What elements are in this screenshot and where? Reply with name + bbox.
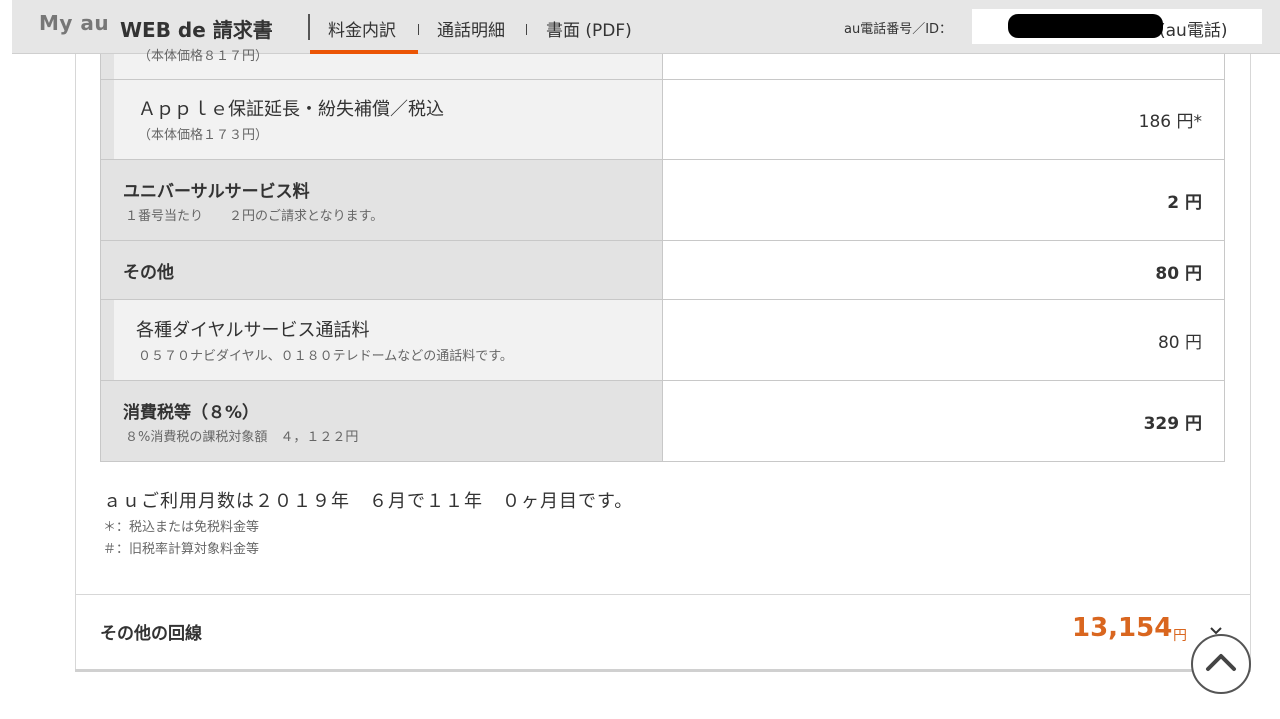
nav-separator <box>418 24 419 35</box>
item-cell: Ａｐｐｌｅ保証延長・紛失補償／税込 （本体価格１７３円） <box>101 80 663 159</box>
table-row: 消費税等（８%） ８%消費税の課税対象額 ４，１２２円 329 円 <box>100 381 1225 462</box>
item-amount: 80 円 <box>1155 264 1202 284</box>
footnote-old-tax-rate: ＃：旧税率計算対象料金等 <box>103 542 260 557</box>
nav-divider <box>308 14 310 40</box>
tab-call-details[interactable]: 通話明細 <box>437 16 505 41</box>
web-bill-logo[interactable]: WEB de 請求書 <box>120 14 273 43</box>
item-note: ８%消費税の課税対象額 ４，１２２円 <box>125 430 359 445</box>
section-divider <box>76 594 1250 595</box>
item-amount: 80 円 <box>1157 333 1202 353</box>
amount-cell: 329 円 <box>664 381 1224 461</box>
table-row: その他 80 円 <box>100 241 1225 300</box>
redaction-mask <box>1008 14 1163 38</box>
item-title: 消費税等（８%） <box>123 403 260 423</box>
table-row: ユニバーサルサービス料 １番号当たり ２円のご請求となります。 2 円 <box>100 160 1225 241</box>
amount-cell <box>664 54 1224 79</box>
item-title: 各種ダイヤルサービス通話料 <box>136 320 370 341</box>
item-title: ユニバーサルサービス料 <box>123 182 310 202</box>
phone-number-suffix: (au電話) <box>1159 21 1228 41</box>
item-cell: その他 <box>101 241 663 299</box>
item-amount: 186 円* <box>1138 112 1202 132</box>
back-to-top-button[interactable] <box>1191 634 1251 694</box>
item-cell: （本体価格８１７円） <box>101 49 663 79</box>
chevron-up-icon <box>1205 652 1237 676</box>
table-row: 各種ダイヤルサービス通話料 ０５７０ナビダイヤル、０１８０テレドームなどの通話料… <box>100 300 1225 381</box>
nav-separator <box>526 24 527 35</box>
item-title: その他 <box>123 263 174 283</box>
usage-months-text: ａｕご利用月数は２０１９年 ６月で１１年 ０ヶ月目です。 <box>103 491 634 512</box>
other-lines-amount: 13,154 <box>1072 613 1173 643</box>
other-lines-label[interactable]: その他の回線 <box>100 619 202 644</box>
item-note: ０５７０ナビダイヤル、０１８０テレドームなどの通話料です。 <box>138 349 513 364</box>
tab-charges-breakdown[interactable]: 料金内訳 <box>328 16 396 41</box>
amount-cell: 80 円 <box>664 300 1224 380</box>
item-note: （本体価格８１７円） <box>138 49 269 64</box>
amount-cell: 186 円* <box>664 80 1224 159</box>
amount-cell: 2 円 <box>664 160 1224 240</box>
tab-pdf[interactable]: 書面 (PDF) <box>546 16 632 41</box>
other-lines-unit: 円 <box>1173 628 1187 644</box>
section-bottom-border <box>75 669 1251 672</box>
item-amount: 329 円 <box>1143 414 1202 434</box>
footnote-tax-included: ＊：税込または免税料金等 <box>103 520 260 535</box>
item-cell: ユニバーサルサービス料 １番号当たり ２円のご請求となります。 <box>101 160 663 240</box>
item-note: （本体価格１７３円） <box>138 128 269 143</box>
amount-cell: 80 円 <box>664 241 1224 299</box>
item-cell: 消費税等（８%） ８%消費税の課税対象額 ４，１２２円 <box>101 381 663 461</box>
item-title: Ａｐｐｌｅ保証延長・紛失補償／税込 <box>138 99 444 120</box>
table-row: （本体価格８１７円） <box>100 49 1225 80</box>
item-amount: 2 円 <box>1167 193 1202 213</box>
table-row: Ａｐｐｌｅ保証延長・紛失補償／税込 （本体価格１７３円） 186 円* <box>100 80 1225 160</box>
item-cell: 各種ダイヤルサービス通話料 ０５７０ナビダイヤル、０１８０テレドームなどの通話料… <box>101 300 663 380</box>
myau-logo[interactable]: My au <box>39 11 109 35</box>
phone-number-label: au電話番号／ID： <box>844 22 953 37</box>
item-note: １番号当たり ２円のご請求となります。 <box>125 209 384 224</box>
